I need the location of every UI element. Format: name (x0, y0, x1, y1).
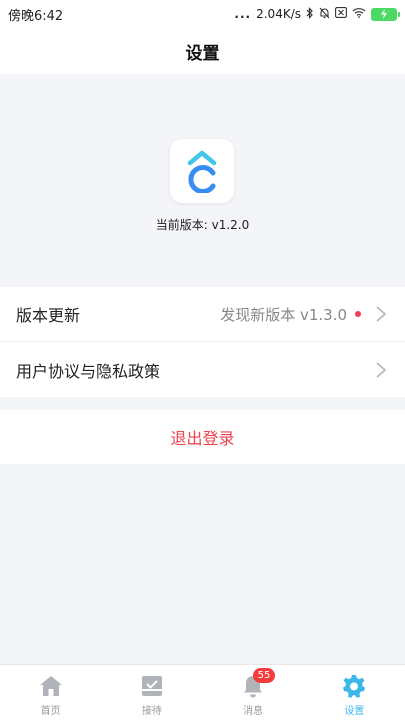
page-title: 设置 (185, 43, 220, 64)
version-header: 当前版本: v1.2.0 (0, 74, 405, 286)
new-version-dot (355, 311, 361, 317)
tab-label: 设置 (344, 705, 365, 717)
status-bar: 傍晚6:42 ... 2.04K/s (0, 0, 405, 28)
version-update-label: 版本更新 (16, 306, 81, 325)
tab-settings[interactable]: 设置 (304, 665, 405, 720)
agreement-right (375, 361, 387, 379)
logout-button[interactable]: 退出登录 (0, 410, 405, 464)
tab-label: 接待 (141, 705, 162, 717)
status-time: 傍晚6:42 (8, 8, 64, 24)
battery-charging-icon (371, 7, 400, 21)
tab-label: 首页 (40, 705, 61, 717)
agreement-row[interactable]: 用户协议与隐私政策 (0, 342, 405, 397)
current-version-label: 当前版本: v1.2.0 (155, 218, 250, 232)
status-dots: ... (234, 7, 252, 21)
network-speed: 2.04K/s (256, 7, 301, 21)
app-logo-icon (187, 150, 217, 193)
home-icon (38, 673, 64, 699)
version-update-row[interactable]: 版本更新 发现新版本 v1.3.0 (0, 287, 405, 342)
gear-icon (341, 673, 367, 699)
tab-home[interactable]: 首页 (0, 665, 101, 720)
settings-list: 版本更新 发现新版本 v1.3.0 用户协议与隐私政策 (0, 287, 405, 397)
app-logo (170, 139, 234, 203)
new-version-text: 发现新版本 v1.3.0 (220, 305, 347, 324)
wifi-icon (352, 7, 366, 21)
tab-reception[interactable]: 接待 (101, 665, 202, 720)
tab-label: 消息 (243, 705, 264, 717)
logout-label: 退出登录 (170, 429, 235, 448)
version-update-right: 发现新版本 v1.3.0 (220, 304, 387, 325)
chevron-right-icon (376, 306, 387, 322)
nav-bar: 设置 (0, 28, 405, 74)
message-count-badge: 55 (253, 668, 275, 683)
mute-bell-icon (319, 7, 330, 22)
agreement-label: 用户协议与隐私政策 (16, 361, 161, 381)
chevron-right-icon (376, 361, 387, 378)
reception-icon (139, 673, 165, 699)
bluetooth-icon (306, 6, 314, 22)
tab-bar: 首页 接待 消息 设置 (0, 664, 405, 720)
sim-off-icon (335, 7, 347, 21)
status-icons: ... 2.04K/s (234, 6, 400, 22)
